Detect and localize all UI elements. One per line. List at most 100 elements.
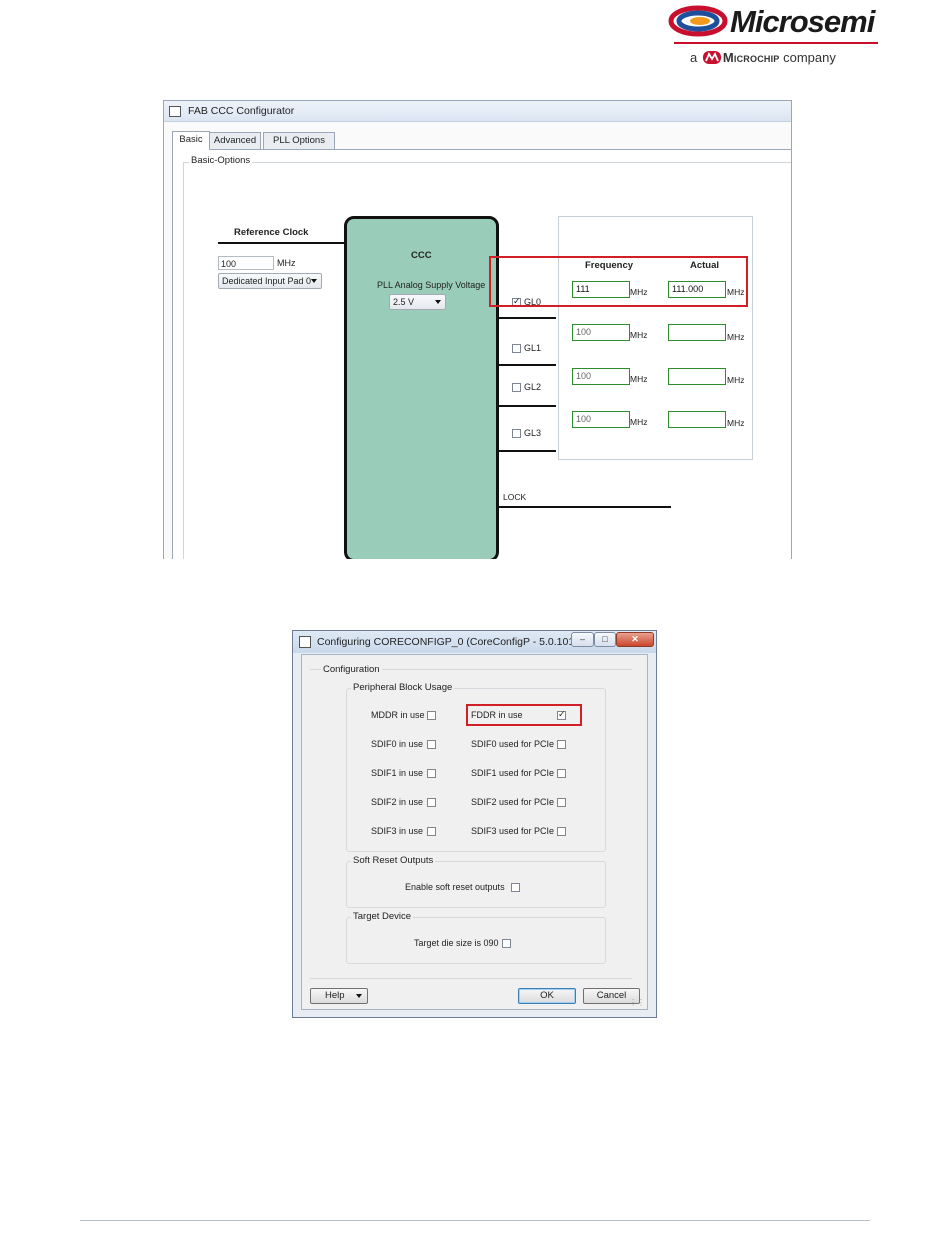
- gl2-actual-unit: MHz: [727, 375, 745, 385]
- gl0-line: [498, 317, 556, 319]
- brand-name: Microsemi: [730, 4, 875, 39]
- dialog-title: Configuring CORECONFIGP_0 (CoreConfigP -…: [317, 636, 578, 648]
- app-icon: [299, 636, 311, 648]
- gl2-line: [498, 405, 556, 407]
- page-footer-rule: [80, 1220, 870, 1221]
- reference-clock-unit: MHz: [277, 258, 296, 268]
- minimize-icon: –: [579, 634, 585, 644]
- fab-body: Basic-Options Reference Clock 100 MHz De…: [164, 122, 791, 559]
- maximize-button[interactable]: □: [594, 632, 616, 647]
- gl1-actual-field: [668, 324, 726, 341]
- gl3-actual-unit: MHz: [727, 418, 745, 428]
- gl3-checkbox[interactable]: [512, 429, 521, 438]
- gl1-frequency-unit: MHz: [630, 330, 648, 340]
- reference-clock-input[interactable]: 100: [218, 256, 274, 270]
- lock-line: [498, 506, 671, 508]
- sdif0-label: SDIF0 in use: [371, 739, 424, 749]
- minimize-button[interactable]: –: [571, 632, 594, 647]
- gl2-label: GL2: [524, 382, 542, 392]
- soft-reset-checkbox[interactable]: [511, 883, 520, 892]
- sdif3-pcie-label: SDIF3 used for PCIe: [471, 826, 555, 836]
- sdif1-label: SDIF1 in use: [371, 768, 424, 778]
- gl2-frequency-input[interactable]: 100: [572, 368, 630, 385]
- reference-clock-title: Reference Clock: [234, 227, 309, 238]
- peripheral-block-legend: Peripheral Block Usage: [351, 682, 455, 693]
- sdif3-label: SDIF3 in use: [371, 826, 424, 836]
- tab-basic[interactable]: Basic: [172, 131, 210, 150]
- fab-title: FAB CCC Configurator: [188, 105, 295, 117]
- coreconfigp-dialog: Configuring CORECONFIGP_0 (CoreConfigP -…: [292, 630, 657, 1018]
- tab-advanced[interactable]: Advanced: [209, 132, 261, 149]
- help-label: Help: [325, 990, 345, 1001]
- mddr-checkbox[interactable]: [427, 711, 436, 720]
- sdif2-pcie-checkbox[interactable]: [557, 798, 566, 807]
- tab-pll-options[interactable]: PLL Options: [263, 132, 335, 149]
- ccc-title: CCC: [411, 250, 432, 261]
- gl3-frequency-input[interactable]: 100: [572, 411, 630, 428]
- microchip-icon: [702, 51, 721, 64]
- chevron-down-icon: [356, 994, 362, 998]
- target-die-checkbox[interactable]: [502, 939, 511, 948]
- brand-rule: [674, 42, 878, 44]
- gl3-line: [498, 450, 556, 452]
- gl1-line: [498, 364, 556, 366]
- fddr-highlight-box: [466, 704, 582, 726]
- microsemi-swirl-icon: [668, 5, 728, 37]
- fab-title-bar: FAB CCC Configurator: [164, 101, 791, 122]
- fab-ccc-window: FAB CCC Configurator Basic-Options Refer…: [163, 100, 792, 559]
- sdif2-pcie-label: SDIF2 used for PCIe: [471, 797, 555, 807]
- gl1-checkbox[interactable]: [512, 344, 521, 353]
- sdif2-checkbox[interactable]: [427, 798, 436, 807]
- brand-tagline: a Microchip company: [690, 50, 836, 65]
- pll-supply-value: 2.5 V: [393, 297, 415, 307]
- brand-sub-suffix: company: [783, 50, 836, 65]
- sdif1-pcie-label: SDIF1 used for PCIe: [471, 768, 555, 778]
- brand-sub-prefix: a: [690, 50, 698, 65]
- sdif3-checkbox[interactable]: [427, 827, 436, 836]
- reference-clock-line: [218, 242, 346, 244]
- microsemi-logo: Microsemi a Microchip company: [668, 2, 880, 72]
- soft-reset-label: Enable soft reset outputs: [405, 882, 505, 892]
- brand-sub-chip: Microchip: [722, 50, 780, 65]
- sdif1-pcie-checkbox[interactable]: [557, 769, 566, 778]
- app-icon: [169, 106, 181, 117]
- lock-label: LOCK: [503, 492, 527, 502]
- basic-options-legend: Basic-Options: [189, 155, 253, 166]
- chevron-down-icon: [311, 279, 317, 283]
- close-icon: ✕: [631, 634, 639, 644]
- resize-grip-icon[interactable]: ⋮⋮: [629, 998, 645, 1007]
- sdif3-pcie-checkbox[interactable]: [557, 827, 566, 836]
- gl1-frequency-input[interactable]: 100: [572, 324, 630, 341]
- gl1-actual-unit: MHz: [727, 332, 745, 342]
- maximize-icon: □: [602, 634, 608, 644]
- gl2-actual-field: [668, 368, 726, 385]
- dialog-body: Configuration Peripheral Block Usage MDD…: [301, 654, 648, 1010]
- close-button[interactable]: ✕: [616, 632, 654, 647]
- dialog-title-bar: Configuring CORECONFIGP_0 (CoreConfigP -…: [293, 631, 656, 653]
- help-button[interactable]: Help: [310, 988, 368, 1004]
- ok-button[interactable]: OK: [518, 988, 576, 1004]
- basic-tab-panel: Basic-Options Reference Clock 100 MHz De…: [172, 149, 791, 559]
- sdif1-checkbox[interactable]: [427, 769, 436, 778]
- sdif0-checkbox[interactable]: [427, 740, 436, 749]
- target-die-label: Target die size is 090: [414, 938, 499, 948]
- reference-clock-source-value: Dedicated Input Pad 0: [222, 276, 312, 286]
- mddr-label: MDDR in use: [371, 710, 425, 720]
- soft-reset-legend: Soft Reset Outputs: [351, 855, 436, 866]
- chevron-down-icon: [435, 300, 441, 304]
- gl1-label: GL1: [524, 343, 542, 353]
- gl3-actual-field: [668, 411, 726, 428]
- gl2-checkbox[interactable]: [512, 383, 521, 392]
- gl0-highlight-box: [489, 256, 748, 307]
- ccc-block: [344, 216, 499, 559]
- sdif0-pcie-label: SDIF0 used for PCIe: [471, 739, 555, 749]
- gl3-frequency-unit: MHz: [630, 417, 648, 427]
- pll-supply-label: PLL Analog Supply Voltage: [377, 280, 486, 290]
- sdif0-pcie-checkbox[interactable]: [557, 740, 566, 749]
- gl3-label: GL3: [524, 428, 542, 438]
- reference-clock-source-select[interactable]: Dedicated Input Pad 0: [218, 273, 322, 289]
- pll-supply-select[interactable]: 2.5 V: [389, 294, 446, 310]
- gl2-frequency-unit: MHz: [630, 374, 648, 384]
- configuration-label: Configuration: [321, 664, 382, 675]
- sdif2-label: SDIF2 in use: [371, 797, 424, 807]
